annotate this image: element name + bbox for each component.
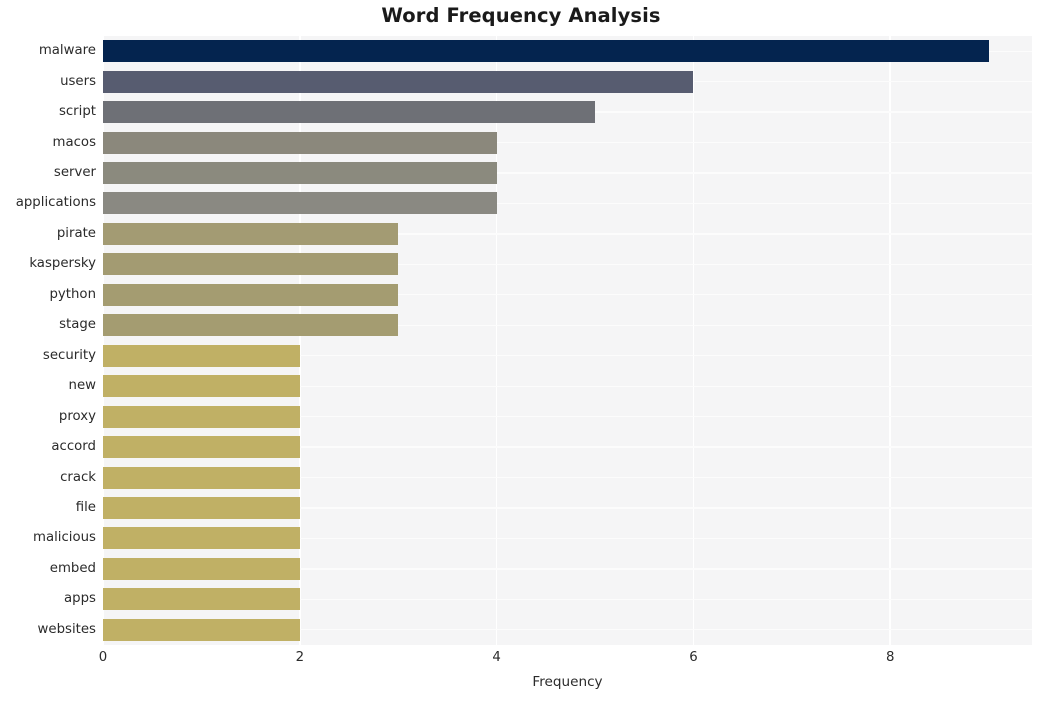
y-axis-tick-label: file [75, 499, 96, 515]
y-axis-tick-label: malicious [33, 530, 96, 546]
y-axis-tick-label: pirate [56, 225, 96, 241]
bar [103, 588, 300, 611]
y-axis-tick-label: macos [52, 134, 96, 150]
y-axis-tick-label: apps [64, 591, 96, 607]
bar [103, 101, 596, 124]
bar [103, 283, 399, 306]
bar [103, 618, 300, 641]
bar [103, 344, 300, 367]
x-axis-tick-label: 4 [492, 650, 501, 665]
bar [103, 405, 300, 428]
x-axis-tick-label: 2 [295, 650, 305, 665]
x-axis-label: Frequency [532, 674, 603, 690]
y-axis-tick-label: stage [59, 317, 96, 333]
bar [103, 70, 694, 93]
chart-title: Word Frequency Analysis [381, 4, 661, 27]
y-axis-tick-label: accord [51, 439, 96, 455]
bar [103, 436, 300, 459]
bar [103, 496, 300, 519]
x-axis-tick-label: 8 [886, 650, 895, 665]
y-axis-tick-label: server [53, 165, 96, 181]
bars-layer [103, 36, 1032, 645]
bar [103, 40, 989, 63]
y-axis-tick-label: security [42, 347, 96, 363]
bar [103, 222, 399, 245]
x-axis-tick-label: 0 [98, 650, 108, 665]
y-axis-tick-label: python [49, 286, 96, 302]
word-frequency-chart-figure: Word Frequency Analysis malware users scri… [0, 0, 1042, 701]
y-axis-tick-label: new [68, 378, 96, 394]
y-axis-tick-label: kaspersky [29, 256, 96, 272]
x-axis-tick-label: 6 [689, 650, 698, 665]
bar [103, 557, 300, 580]
y-axis-tick-label: script [58, 104, 96, 120]
y-axis-tick-label: crack [60, 469, 96, 485]
y-axis-tick-label: malware [38, 43, 96, 59]
y-axis-tick-label: applications [15, 195, 96, 211]
bar [103, 253, 399, 276]
y-axis-tick-labels: malware users script macos server application… [0, 36, 96, 645]
bar [103, 162, 497, 185]
y-axis-tick-label: users [60, 73, 96, 89]
y-axis-tick-label: websites [37, 621, 96, 637]
y-axis-tick-label: embed [49, 560, 96, 576]
bar [103, 192, 497, 215]
bar [103, 466, 300, 489]
y-axis-tick-label: proxy [58, 408, 96, 424]
bar [103, 131, 497, 154]
bar [103, 375, 300, 398]
x-axis-tick-labels: 0 2 4 6 8 [0, 650, 1042, 672]
bar [103, 527, 300, 550]
bar [103, 314, 399, 337]
plot-area [103, 36, 1032, 645]
